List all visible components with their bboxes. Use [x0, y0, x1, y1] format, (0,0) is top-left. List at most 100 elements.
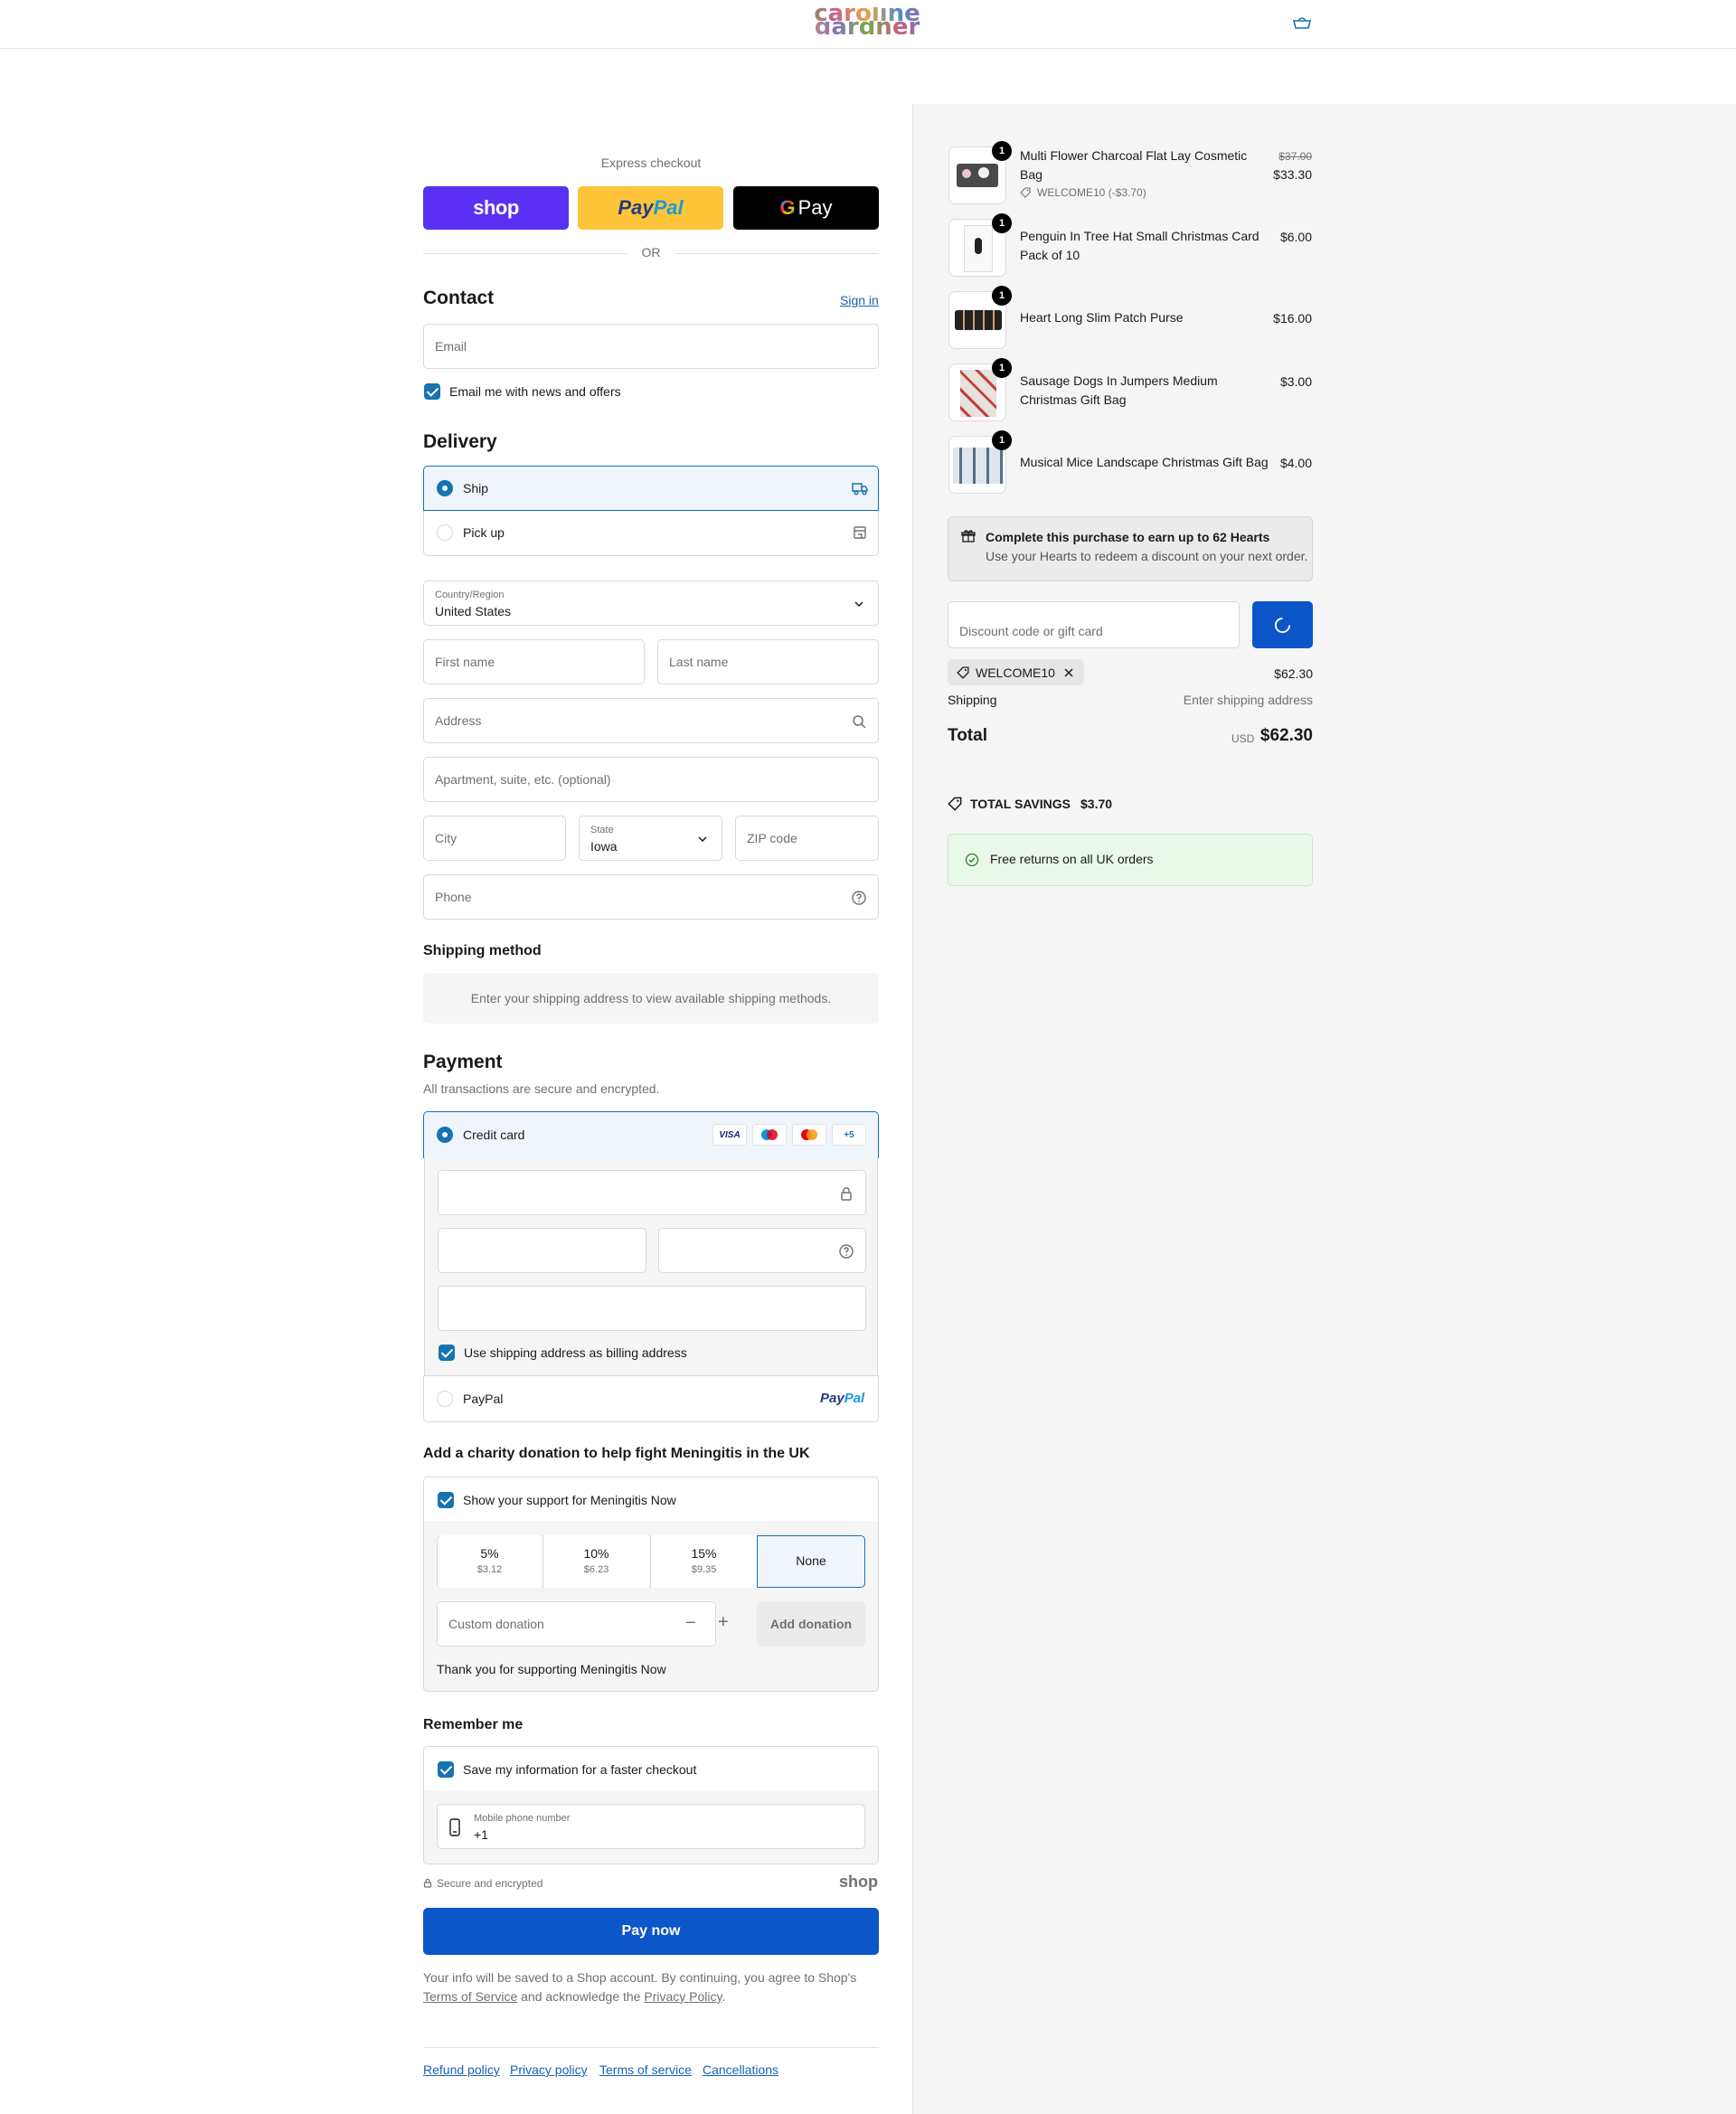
lock-icon	[841, 1187, 852, 1201]
state-value: Iowa	[590, 839, 618, 854]
phone-field[interactable]: Phone	[423, 874, 879, 920]
ship-option[interactable]: Ship	[423, 466, 879, 511]
item-discount: WELCOME10 (-$3.70)	[1037, 186, 1146, 199]
donation-option-10[interactable]: 10% $6.23	[542, 1535, 649, 1588]
zip-field[interactable]: ZIP code	[735, 816, 879, 861]
delivery-heading: Delivery	[423, 431, 497, 452]
card-brand-icons: VISA +5	[712, 1124, 866, 1146]
save-info-label: Save my information for a faster checkou…	[463, 1762, 697, 1777]
news-checkbox[interactable]	[424, 383, 440, 400]
country-select[interactable]: Country/Region United States	[423, 580, 879, 626]
quantity-badge: 1	[992, 358, 1012, 378]
donation-amt: $9.35	[691, 1564, 717, 1575]
mobile-phone-field[interactable]: Mobile phone number +1	[437, 1804, 865, 1849]
donation-option-5[interactable]: 5% $3.12	[438, 1535, 542, 1588]
country-label: Country/Region	[435, 590, 505, 600]
item-price: $6.00	[1279, 230, 1312, 244]
item-price: $33.30	[1273, 167, 1312, 182]
shop-terms-link[interactable]: Terms of Service	[423, 1989, 517, 2004]
donation-option-15[interactable]: 15% $9.35	[650, 1535, 757, 1588]
chevron-down-icon	[698, 836, 707, 843]
logo-line-2: gardner	[799, 15, 935, 39]
apply-discount-button[interactable]	[1252, 601, 1313, 648]
donation-option-none[interactable]: None	[757, 1535, 865, 1588]
card-cvv-field[interactable]	[658, 1228, 866, 1273]
state-select[interactable]: State Iowa	[579, 816, 722, 861]
city-placeholder: City	[435, 831, 458, 845]
email-field[interactable]: Email	[423, 324, 879, 369]
minus-icon[interactable]: −	[685, 1613, 696, 1634]
paypal-radio[interactable]	[437, 1391, 453, 1407]
last-name-field[interactable]: Last name	[657, 639, 879, 684]
refund-policy-link[interactable]: Refund policy	[423, 2062, 500, 2077]
card-number-field[interactable]	[438, 1170, 866, 1215]
paypal-label-b: Pal	[653, 196, 684, 219]
help-icon[interactable]	[838, 1243, 854, 1260]
sign-in-link[interactable]: Sign in	[840, 293, 879, 307]
save-info-row[interactable]: Save my information for a faster checkou…	[423, 1746, 879, 1791]
first-name-field[interactable]: First name	[423, 639, 645, 684]
visa-icon: VISA	[712, 1124, 747, 1146]
footer-divider	[423, 2047, 879, 2048]
or-divider: OR	[423, 245, 879, 261]
privacy-policy-link[interactable]: Privacy policy	[510, 2062, 588, 2077]
shipping-method-heading: Shipping method	[423, 943, 542, 958]
lock-icon	[423, 1878, 432, 1888]
pay-now-button[interactable]: Pay now	[423, 1908, 879, 1955]
pickup-option[interactable]: Pick up	[423, 511, 879, 556]
ship-label: Ship	[463, 481, 489, 495]
charity-support-checkbox[interactable]	[438, 1492, 454, 1508]
item-price: $4.00	[1279, 456, 1312, 470]
shipping-label: Shipping	[948, 693, 997, 707]
custom-donation-field[interactable]: Custom donation − +	[437, 1601, 729, 1647]
paypal-option-label: PayPal	[463, 1392, 504, 1406]
discount-code-input[interactable]: Discount code or gift card	[948, 601, 1240, 648]
address-field[interactable]: Address	[423, 698, 879, 743]
cancellations-link[interactable]: Cancellations	[703, 2062, 778, 2077]
apartment-placeholder: Apartment, suite, etc. (optional)	[435, 772, 611, 787]
applied-code-label: WELCOME10	[976, 665, 1055, 680]
hearts-rewards-banner: Complete this purchase to earn up to 62 …	[948, 516, 1313, 581]
last-name-placeholder: Last name	[669, 655, 729, 669]
ship-radio[interactable]	[437, 480, 453, 496]
close-icon[interactable]	[1063, 667, 1074, 678]
shop-pay-button[interactable]: shop	[423, 186, 569, 230]
or-label: OR	[641, 245, 661, 260]
mobile-value: +1	[474, 1827, 488, 1842]
paypal-option[interactable]: PayPal PayPal	[423, 1375, 879, 1422]
cart-icon[interactable]	[1291, 14, 1313, 33]
donation-amt: $3.12	[476, 1564, 503, 1575]
charity-support-row[interactable]: Show your support for Meningitis Now	[423, 1477, 879, 1522]
city-field[interactable]: City	[423, 816, 566, 861]
credit-card-radio[interactable]	[437, 1127, 453, 1143]
quantity-badge: 1	[992, 213, 1012, 233]
shipping-value: Enter shipping address	[1183, 693, 1313, 707]
brand-logo[interactable]: caroline gardner	[799, 2, 935, 39]
quantity-badge: 1	[992, 430, 1012, 450]
maestro-icon	[752, 1124, 787, 1146]
paypal-label-a: Pay	[618, 196, 654, 219]
save-info-checkbox[interactable]	[438, 1761, 454, 1778]
charity-thanks: Thank you for supporting Meningitis Now	[437, 1662, 666, 1676]
add-donation-button[interactable]: Add donation	[757, 1601, 865, 1647]
charity-heading: Add a charity donation to help fight Men…	[423, 1446, 810, 1461]
apartment-field[interactable]: Apartment, suite, etc. (optional)	[423, 757, 879, 802]
remember-me-heading: Remember me	[423, 1717, 524, 1732]
billing-same-checkbox[interactable]	[439, 1345, 455, 1361]
phone-placeholder: Phone	[435, 890, 472, 904]
donation-pct: None	[796, 1553, 826, 1568]
card-details-area: Use shipping address as billing address	[424, 1157, 878, 1376]
custom-donation-placeholder: Custom donation	[448, 1617, 544, 1631]
shop-privacy-link[interactable]: Privacy Policy	[644, 1989, 722, 2004]
google-pay-button[interactable]: G Pay	[733, 186, 879, 230]
help-icon[interactable]	[851, 890, 867, 906]
email-placeholder: Email	[435, 339, 467, 354]
card-expiry-field[interactable]	[438, 1228, 646, 1273]
pickup-radio[interactable]	[437, 524, 453, 541]
google-pay-label: Pay	[797, 196, 833, 219]
card-name-field[interactable]	[438, 1286, 866, 1331]
plus-icon[interactable]: +	[718, 1612, 729, 1633]
paypal-express-button[interactable]: Pay Pal	[578, 186, 723, 230]
terms-of-service-link[interactable]: Terms of service	[599, 2062, 692, 2077]
search-icon	[853, 715, 866, 729]
